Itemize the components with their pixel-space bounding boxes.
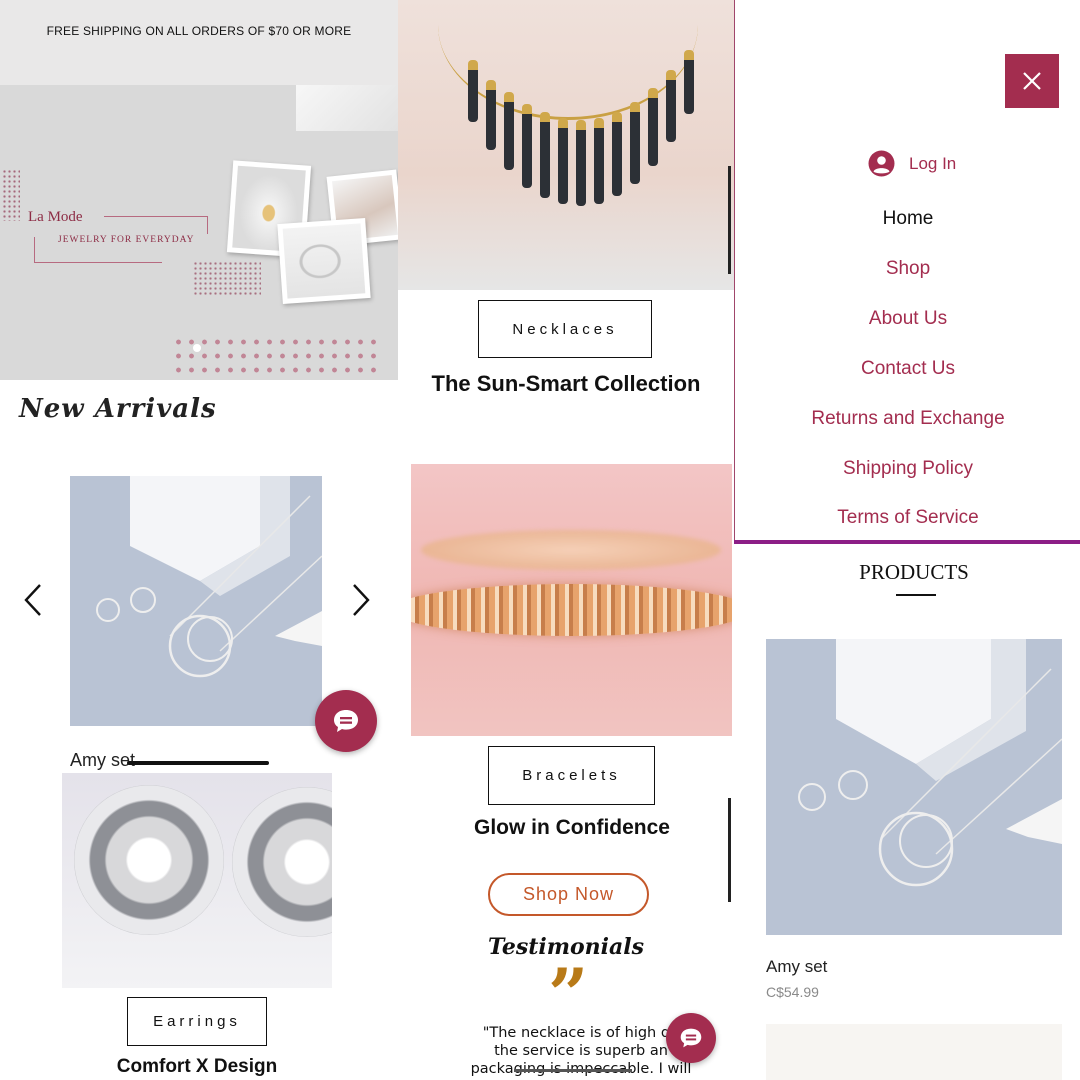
menu-item-returns-and-exchange[interactable]: Returns and Exchange bbox=[735, 408, 1080, 430]
collection-title-necklaces: The Sun-Smart Collection bbox=[431, 371, 701, 396]
hero-tagline: JEWELRY FOR EVERYDAY bbox=[58, 235, 195, 245]
login-link[interactable]: Log In bbox=[868, 150, 956, 177]
quote-icon: ” bbox=[548, 953, 589, 1036]
slide-indicator-dots[interactable] bbox=[172, 335, 382, 377]
close-icon bbox=[1023, 72, 1041, 90]
mobile-screen-collections: Necklaces The Sun-Smart Collection Brace… bbox=[398, 0, 734, 1080]
category-image-bracelets[interactable] bbox=[411, 464, 732, 736]
menu-bottom-divider bbox=[734, 540, 1080, 544]
hero-brand-name: La Mode bbox=[28, 209, 83, 225]
chevron-left-icon[interactable] bbox=[22, 582, 44, 624]
product-name[interactable]: Amy set bbox=[70, 750, 135, 771]
products-title-underline bbox=[896, 594, 936, 596]
new-arrivals-title: New Arrivals bbox=[19, 394, 217, 424]
chat-icon bbox=[334, 710, 358, 732]
mobile-screen-menu: Log In Home Shop About Us Contact Us Ret… bbox=[734, 0, 1080, 1080]
necklaces-category-button[interactable]: Necklaces bbox=[478, 300, 652, 358]
announcement-bar: FREE SHIPPING ON ALL ORDERS OF $70 OR MO… bbox=[0, 0, 398, 85]
divider bbox=[34, 237, 35, 263]
hero-card-decoration bbox=[296, 85, 398, 131]
vertical-scrollbar[interactable] bbox=[728, 798, 731, 902]
divider bbox=[104, 216, 208, 217]
collection-title-earrings: Comfort X Design bbox=[116, 1056, 278, 1077]
product-price: C$54.99 bbox=[766, 984, 819, 1000]
hero-banner[interactable]: La Mode JEWELRY FOR EVERYDAY bbox=[0, 85, 398, 380]
menu-item-contact-us[interactable]: Contact Us bbox=[735, 358, 1080, 380]
hero-photo-bangle bbox=[277, 218, 371, 304]
collection-title-bracelets: Glow in Confidence bbox=[473, 816, 670, 839]
announcement-text: FREE SHIPPING ON ALL ORDERS OF $70 OR MO… bbox=[46, 23, 352, 38]
shop-now-button[interactable]: Shop Now bbox=[488, 873, 649, 916]
products-title: PRODUCTS bbox=[859, 560, 969, 584]
menu-item-about-us[interactable]: About Us bbox=[735, 308, 1080, 330]
chat-icon bbox=[680, 1028, 702, 1048]
horizontal-scrollbar[interactable] bbox=[127, 761, 269, 765]
close-menu-button[interactable] bbox=[1005, 54, 1059, 108]
category-image-earrings[interactable] bbox=[62, 773, 332, 988]
login-label: Log In bbox=[909, 153, 957, 173]
chevron-right-icon[interactable] bbox=[350, 582, 372, 624]
menu-item-shop[interactable]: Shop bbox=[735, 258, 1080, 280]
vertical-scrollbar[interactable] bbox=[728, 166, 731, 274]
earrings-category-button[interactable]: Earrings bbox=[127, 997, 267, 1046]
dot-pattern-decoration bbox=[193, 261, 261, 295]
navigation-menu: Log In Home Shop About Us Contact Us Ret… bbox=[734, 0, 1080, 542]
product-name[interactable]: Amy set bbox=[766, 957, 827, 977]
slide-indicator-active[interactable] bbox=[193, 344, 201, 352]
dot-pattern-decoration bbox=[2, 169, 20, 221]
menu-item-shipping-policy[interactable]: Shipping Policy bbox=[735, 458, 1080, 480]
divider bbox=[207, 216, 208, 234]
product-image-next[interactable] bbox=[766, 1024, 1062, 1080]
mobile-screen-home: FREE SHIPPING ON ALL ORDERS OF $70 OR MO… bbox=[0, 0, 398, 1080]
product-image-amy-set[interactable] bbox=[766, 639, 1062, 935]
bracelets-category-button[interactable]: Bracelets bbox=[488, 746, 655, 805]
category-image-necklaces[interactable] bbox=[398, 0, 734, 290]
chat-button[interactable] bbox=[666, 1013, 716, 1063]
user-icon bbox=[868, 150, 895, 177]
menu-item-home[interactable]: Home bbox=[735, 208, 1080, 230]
product-image-amy-set[interactable] bbox=[70, 476, 322, 726]
carousel-indicator[interactable] bbox=[514, 1069, 632, 1072]
chat-button[interactable] bbox=[315, 690, 377, 752]
menu-item-terms-of-service[interactable]: Terms of Service bbox=[735, 507, 1080, 529]
divider bbox=[34, 262, 162, 263]
